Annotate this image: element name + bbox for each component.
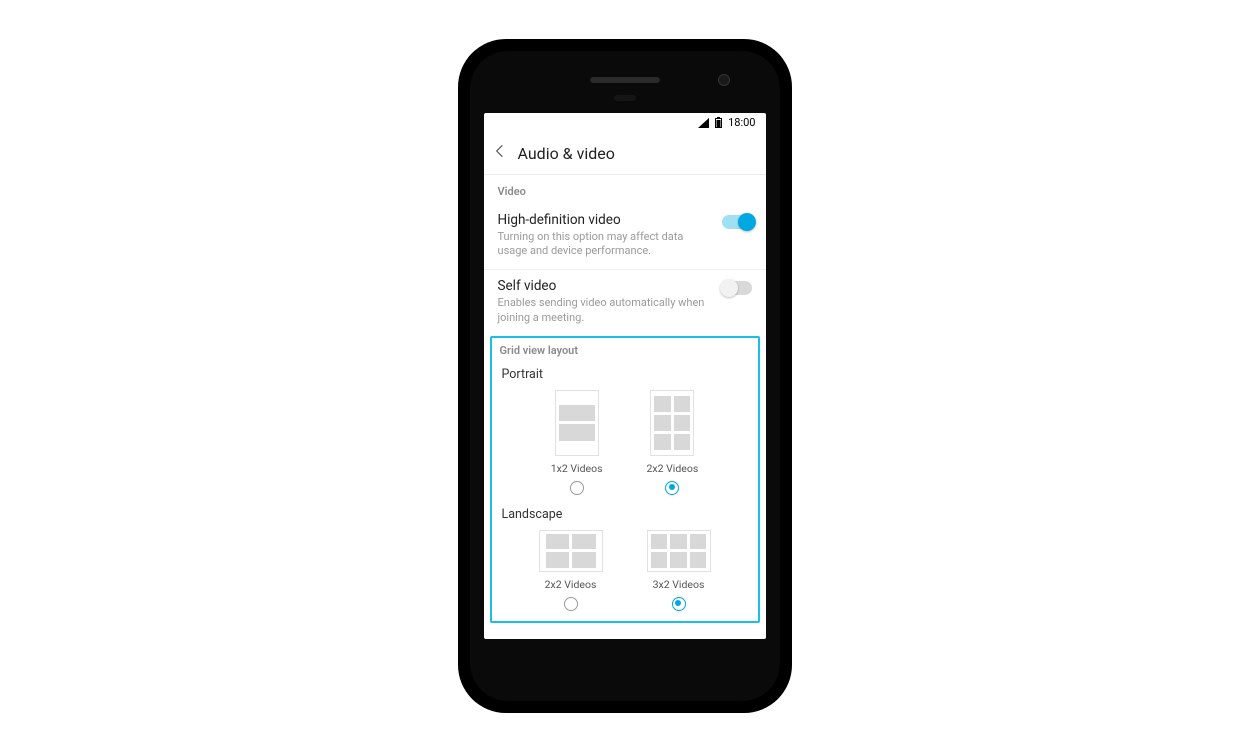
section-label-video: Video (484, 175, 766, 204)
phone-front-camera (718, 74, 730, 86)
landscape-options: 2x2 Videos 3x2 Videos (492, 528, 758, 615)
setting-title-hd: High-definition video (498, 212, 712, 228)
setting-row-hd-video[interactable]: High-definition video Turning on this op… (484, 204, 766, 271)
radio-portrait-2x2[interactable] (665, 481, 679, 495)
battery-icon (715, 117, 722, 128)
status-time: 18:00 (728, 116, 755, 129)
toggle-knob (738, 213, 756, 231)
setting-text: High-definition video Turning on this op… (498, 212, 712, 260)
app-bar: Audio & video (484, 133, 766, 175)
status-bar: 18:00 (484, 113, 766, 133)
grid-view-layout-panel: Grid view layout Portrait 1x2 Videos (490, 336, 760, 623)
phone-frame: 18:00 Audio & video Video High-definitio… (460, 41, 790, 711)
signal-icon (698, 118, 709, 128)
option-landscape-2x2[interactable]: 2x2 Videos (539, 530, 603, 611)
thumb-landscape-3x2 (647, 530, 711, 572)
option-portrait-1x2[interactable]: 1x2 Videos (551, 390, 603, 495)
subheader-portrait: Portrait (492, 363, 758, 388)
thumb-landscape-2x2 (539, 530, 603, 572)
chevron-left-icon (492, 143, 508, 159)
toggle-self-video[interactable] (722, 281, 752, 295)
stage: 18:00 Audio & video Video High-definitio… (0, 0, 1249, 751)
thumb-portrait-1x2 (555, 390, 599, 456)
radio-landscape-3x2[interactable] (672, 597, 686, 611)
option-landscape-3x2[interactable]: 3x2 Videos (647, 530, 711, 611)
radio-landscape-2x2[interactable] (564, 597, 578, 611)
phone-bezel: 18:00 Audio & video Video High-definitio… (470, 51, 780, 701)
caption-portrait-2x2: 2x2 Videos (647, 462, 699, 475)
setting-text: Self video Enables sending video automat… (498, 278, 712, 326)
screen: 18:00 Audio & video Video High-definitio… (484, 113, 766, 639)
toggle-hd-video[interactable] (722, 215, 752, 229)
caption-portrait-1x2: 1x2 Videos (551, 462, 603, 475)
phone-sensor (614, 95, 636, 101)
caption-landscape-3x2: 3x2 Videos (653, 578, 705, 591)
toggle-knob (720, 279, 738, 297)
radio-portrait-1x2[interactable] (570, 481, 584, 495)
setting-sub-hd: Turning on this option may affect data u… (498, 230, 712, 260)
section-label-grid: Grid view layout (492, 338, 758, 363)
phone-speaker (590, 77, 660, 83)
portrait-options: 1x2 Videos 2x2 Videos (492, 388, 758, 499)
caption-landscape-2x2: 2x2 Videos (545, 578, 597, 591)
setting-row-self-video[interactable]: Self video Enables sending video automat… (484, 270, 766, 336)
setting-title-self: Self video (498, 278, 712, 294)
subheader-landscape: Landscape (492, 503, 758, 528)
page-title: Audio & video (518, 144, 615, 163)
thumb-portrait-2x2 (650, 390, 694, 456)
option-portrait-2x2[interactable]: 2x2 Videos (647, 390, 699, 495)
back-button[interactable] (492, 143, 508, 163)
setting-sub-self: Enables sending video automatically when… (498, 296, 712, 326)
